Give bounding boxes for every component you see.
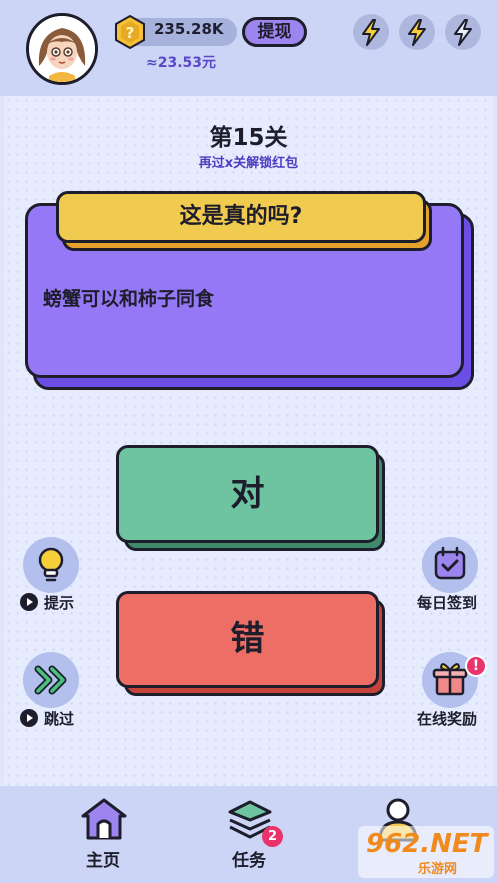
daily-checkin-button[interactable] <box>422 537 478 593</box>
nav-tasks-label: 任务 <box>232 851 266 871</box>
skip-button[interactable] <box>23 652 79 708</box>
watermark-sub: 乐游网 <box>418 862 458 877</box>
skip-label-row[interactable]: 跳过 <box>20 708 74 729</box>
home-icon <box>81 798 127 840</box>
nav-home[interactable]: 主页 <box>43 786 163 883</box>
watermark-brand: 962.NET <box>366 829 488 859</box>
cash-equivalent: ≈23.53元 <box>146 55 217 71</box>
nav-tasks[interactable]: 任务 <box>189 786 309 883</box>
nav-home-label: 主页 <box>86 851 120 871</box>
lightning-icon[interactable] <box>399 14 435 50</box>
online-reward-alert: ! <box>465 655 487 677</box>
svg-text:?: ? <box>126 24 135 42</box>
double-chevron-right-icon <box>34 665 67 695</box>
tasks-badge: 2 <box>262 826 283 847</box>
video-play-icon <box>20 709 38 727</box>
true-button[interactable]: 对 <box>116 445 379 543</box>
avatar[interactable] <box>26 13 98 85</box>
coin-balance: 235.28K <box>154 20 224 38</box>
video-play-icon <box>20 593 38 611</box>
coin-icon: ? <box>112 14 148 50</box>
hint-label-row[interactable]: 提示 <box>20 592 74 613</box>
withdraw-button[interactable]: 提现 <box>242 17 307 47</box>
lightbulb-icon <box>38 547 64 582</box>
lightning-icon[interactable] <box>353 14 389 50</box>
level-subtitle: 再过x关解锁红包 <box>198 156 299 171</box>
hint-button[interactable] <box>23 537 79 593</box>
false-button[interactable]: 错 <box>116 591 379 688</box>
hint-label: 提示 <box>44 594 75 612</box>
level-title: 第15关 <box>209 125 288 151</box>
lightning-outline-icon[interactable] <box>445 14 481 50</box>
calendar-check-icon <box>434 546 466 580</box>
question-statement: 螃蟹可以和柿子同食 <box>43 288 215 310</box>
watermark: 962.NET 乐游网 <box>358 826 494 878</box>
skip-label: 跳过 <box>44 710 75 728</box>
question-header: 这是真的吗? <box>56 191 426 243</box>
online-reward-label[interactable]: 在线奖励 <box>417 708 477 729</box>
avatar-portrait <box>29 16 95 82</box>
daily-checkin-label[interactable]: 每日签到 <box>417 592 477 613</box>
